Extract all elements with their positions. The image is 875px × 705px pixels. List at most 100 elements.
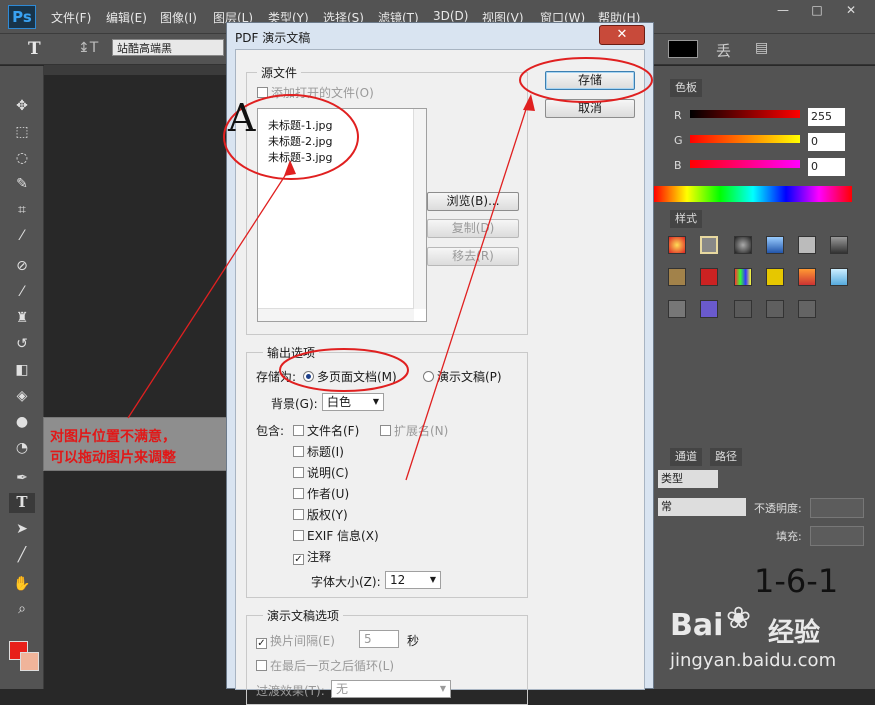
style-swatch[interactable] <box>830 268 848 286</box>
close-window-button[interactable]: ✕ <box>840 2 862 18</box>
blur-icon[interactable]: ● <box>9 412 35 432</box>
eraser-icon[interactable]: ◧ <box>9 360 35 380</box>
menu-3d[interactable]: 3D(D) <box>433 9 468 23</box>
panels-toggle-icon[interactable]: ▤ <box>755 40 768 56</box>
loop-checkbox[interactable]: 在最后一页之后循环(L) <box>256 657 394 674</box>
stamp-icon[interactable]: ♜ <box>9 308 35 328</box>
duplicate-button[interactable]: 复制(D) <box>427 219 519 238</box>
remove-button[interactable]: 移去(R) <box>427 247 519 266</box>
fill-field[interactable] <box>810 526 864 546</box>
save-button[interactable]: 存储 <box>545 71 635 90</box>
style-swatch[interactable] <box>798 268 816 286</box>
style-swatch[interactable] <box>766 268 784 286</box>
layer-kind-filter[interactable]: 类型 <box>658 470 718 488</box>
paint-bucket-icon[interactable]: ◈ <box>9 386 35 406</box>
advance-seconds-input[interactable]: 5 <box>359 630 399 648</box>
advance-every-checkbox[interactable]: ✓ 换片间隔(E) <box>256 632 335 649</box>
copyright-checkbox[interactable]: 版权(Y) <box>293 506 348 523</box>
blend-mode-select[interactable]: 常 <box>658 498 746 516</box>
dodge-icon[interactable]: ◔ <box>9 438 35 458</box>
style-swatch[interactable] <box>798 300 816 318</box>
description-checkbox[interactable]: 说明(C) <box>293 464 349 481</box>
style-swatch[interactable] <box>668 236 686 254</box>
transition-select[interactable]: 无 ▼ <box>331 680 451 698</box>
healing-icon[interactable]: ⊘ <box>9 256 35 276</box>
file-list-hscrollbar[interactable] <box>258 308 414 321</box>
background-select[interactable]: 白色 ▼ <box>322 393 384 411</box>
title-checkbox[interactable]: 标题(I) <box>293 443 344 460</box>
red-value[interactable]: 255 <box>808 108 845 126</box>
list-item[interactable]: 未标题-2.jpg <box>268 133 333 149</box>
tab-paths[interactable]: 路径 <box>710 448 742 466</box>
opacity-field[interactable] <box>810 498 864 518</box>
style-swatch[interactable] <box>734 268 752 286</box>
exif-checkbox[interactable]: EXIF 信息(X) <box>293 527 379 544</box>
type-tool-icon[interactable]: T <box>28 39 41 59</box>
crop-icon[interactable]: ⌗ <box>9 200 35 220</box>
text-color-swatch[interactable] <box>668 40 698 58</box>
style-swatch[interactable] <box>668 268 686 286</box>
hand-icon[interactable]: ✋ <box>9 574 35 594</box>
cancel-button[interactable]: 取消 <box>545 99 635 118</box>
style-swatch[interactable] <box>700 300 718 318</box>
photoshop-logo: Ps <box>8 5 36 29</box>
file-list[interactable]: 未标题-1.jpg 未标题-2.jpg 未标题-3.jpg <box>257 108 427 322</box>
history-brush-icon[interactable]: ↺ <box>9 334 35 354</box>
menu-edit[interactable]: 编辑(E) <box>106 9 147 26</box>
red-slider[interactable] <box>690 110 800 118</box>
dialog-close-button[interactable]: ✕ <box>599 25 645 45</box>
menu-image[interactable]: 图像(I) <box>160 9 197 26</box>
multi-page-radio[interactable]: 多页面文档(M) <box>303 368 397 385</box>
tab-swatches[interactable]: 色板 <box>670 79 702 97</box>
style-swatch[interactable] <box>766 300 784 318</box>
brush-icon[interactable]: ⁄ <box>9 282 35 302</box>
zoom-icon[interactable]: ⌕ <box>9 599 35 619</box>
green-value[interactable]: 0 <box>808 133 845 151</box>
quick-select-icon[interactable]: ✎ <box>9 174 35 194</box>
style-swatch[interactable] <box>734 300 752 318</box>
move-icon[interactable]: ✥ <box>9 96 35 116</box>
save-as-label: 存储为: <box>256 370 297 384</box>
tab-channels[interactable]: 通道 <box>670 448 702 466</box>
style-swatch[interactable] <box>700 268 718 286</box>
lasso-icon[interactable]: ◌ <box>9 148 35 168</box>
line-icon[interactable]: ╱ <box>9 545 35 565</box>
font-size-select[interactable]: 12 ▼ <box>385 571 441 589</box>
orientation-icon[interactable]: ↨T <box>78 40 98 56</box>
list-item[interactable]: 未标题-3.jpg <box>268 149 333 165</box>
minimize-button[interactable]: — <box>772 2 794 18</box>
green-slider[interactable] <box>690 135 800 143</box>
blue-value[interactable]: 0 <box>808 158 845 176</box>
filename-checkbox[interactable]: 文件名(F) <box>293 422 359 439</box>
source-files-title: 源文件 <box>257 64 302 81</box>
browse-button[interactable]: 浏览(B)... <box>427 192 519 211</box>
list-item[interactable]: 未标题-1.jpg <box>268 117 333 133</box>
file-list-vscrollbar[interactable] <box>413 109 426 309</box>
presentation-radio[interactable]: 演示文稿(P) <box>423 368 502 385</box>
maximize-button[interactable]: □ <box>806 2 828 18</box>
blue-slider[interactable] <box>690 160 800 168</box>
path-select-icon[interactable]: ➤ <box>9 519 35 539</box>
dialog-title: PDF 演示文稿 <box>235 31 311 45</box>
eyedropper-icon[interactable]: ⁄ <box>9 226 35 246</box>
style-swatch[interactable] <box>830 236 848 254</box>
font-size-label: 字体大小(Z): <box>311 575 381 589</box>
pen-icon[interactable]: ✒ <box>9 468 35 488</box>
notes-checkbox[interactable]: ✓ 注释 <box>293 548 331 565</box>
style-swatch[interactable] <box>734 236 752 254</box>
style-swatch[interactable] <box>668 300 686 318</box>
menu-file[interactable]: 文件(F) <box>51 9 91 26</box>
background-color-swatch[interactable] <box>20 652 39 671</box>
font-family-select[interactable]: 站酷高端黑 <box>112 39 224 56</box>
style-swatch[interactable] <box>766 236 784 254</box>
color-spectrum-bar[interactable] <box>654 186 852 202</box>
style-swatch[interactable] <box>798 236 816 254</box>
marquee-icon[interactable]: ⬚ <box>9 122 35 142</box>
warp-text-icon[interactable]: 丢 <box>716 40 731 61</box>
author-checkbox[interactable]: 作者(U) <box>293 485 349 502</box>
tab-styles[interactable]: 样式 <box>670 210 702 228</box>
add-open-files-checkbox[interactable]: 添加打开的文件(O) <box>257 84 374 101</box>
extension-checkbox[interactable]: 扩展名(N) <box>380 422 448 439</box>
style-swatch[interactable] <box>700 236 718 254</box>
type-icon[interactable]: T <box>9 493 35 513</box>
